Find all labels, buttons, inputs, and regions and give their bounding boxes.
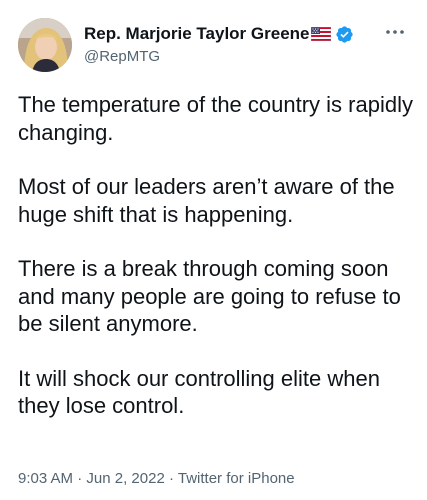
avatar[interactable] <box>18 18 72 72</box>
tweet-header: Rep. Marjorie Taylor Greene @RepMTG <box>18 18 407 76</box>
more-options-icon[interactable] <box>383 24 407 40</box>
meta-separator: · <box>168 470 174 487</box>
name-row: Rep. Marjorie Taylor Greene <box>84 23 367 45</box>
meta-separator: · <box>77 470 83 487</box>
us-flag-icon <box>311 27 332 41</box>
tweet-paragraph: The temperature of the country is rapidl… <box>18 92 413 145</box>
verified-badge-icon <box>336 25 354 43</box>
tweet-time[interactable]: 9:03 AM <box>18 470 73 487</box>
tweet-paragraph: There is a break through coming soon and… <box>18 256 401 336</box>
author-handle[interactable]: @RepMTG <box>84 48 367 65</box>
tweet-source[interactable]: Twitter for iPhone <box>178 470 295 487</box>
tweet-paragraph: It will shock our controlling elite when… <box>18 365 380 419</box>
author-display-name[interactable]: Rep. Marjorie Taylor Greene <box>84 24 309 44</box>
avatar-image <box>18 18 72 72</box>
author-names: Rep. Marjorie Taylor Greene @RepMTG <box>84 23 367 65</box>
tweet-date[interactable]: Jun 2, 2022 <box>86 470 164 487</box>
tweet-paragraph: Most of our leaders aren’t aware of the … <box>18 174 395 227</box>
tweet-text: The temperature of the country is rapidl… <box>18 91 413 447</box>
tweet-meta: 9:03 AM · Jun 2, 2022 · Twitter for iPho… <box>18 470 295 487</box>
